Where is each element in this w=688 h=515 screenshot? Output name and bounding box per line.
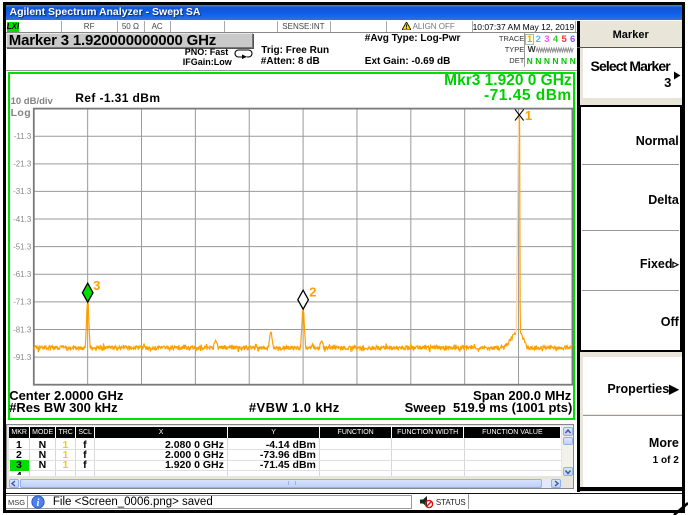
svg-text:i: i <box>37 498 40 509</box>
svg-text:3: 3 <box>93 278 100 293</box>
svg-text:-41.3: -41.3 <box>13 214 32 223</box>
svg-text:-11.3: -11.3 <box>14 132 32 141</box>
svg-text:-71.3: -71.3 <box>13 297 32 306</box>
svg-text:1: 1 <box>525 107 532 122</box>
svg-text:-61.3: -61.3 <box>13 270 32 279</box>
svg-text:-91.3: -91.3 <box>13 352 32 361</box>
svg-text:2: 2 <box>310 284 317 299</box>
svg-text:-21.3: -21.3 <box>13 159 32 168</box>
svg-text:-51.3: -51.3 <box>13 242 32 251</box>
svg-text:-81.3: -81.3 <box>13 325 32 334</box>
svg-text:-31.3: -31.3 <box>13 187 32 196</box>
